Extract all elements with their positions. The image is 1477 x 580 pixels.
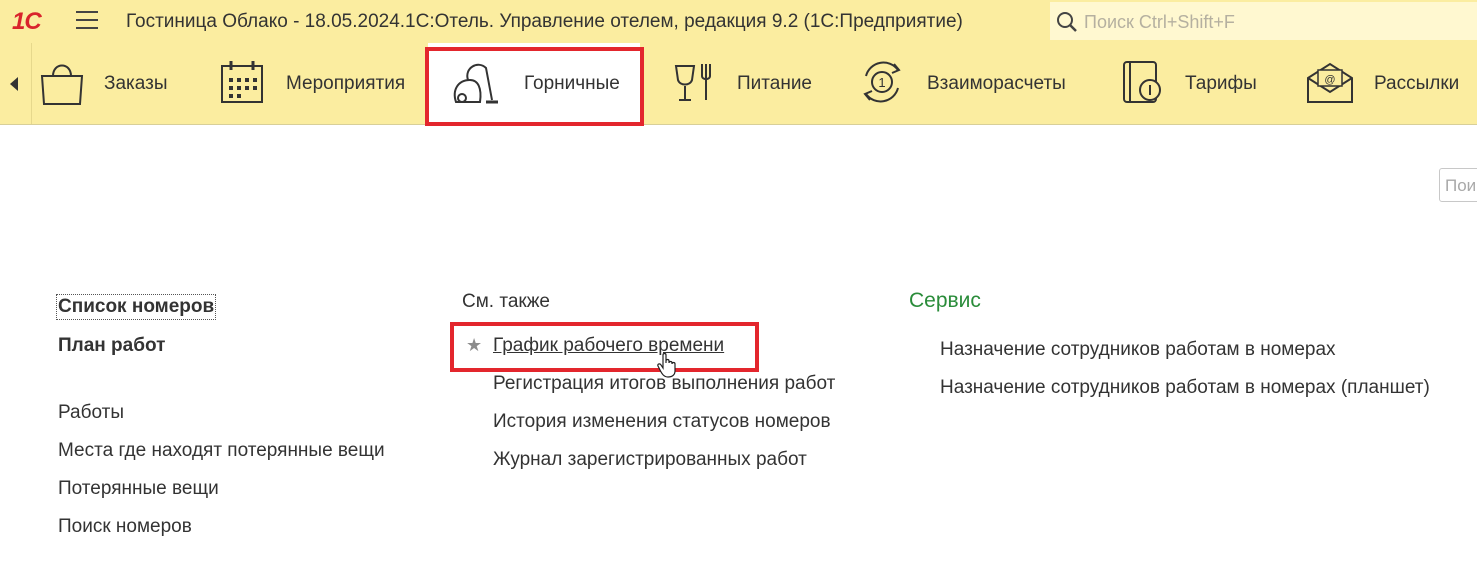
link-registered-works-journal[interactable]: Журнал зарегистрированных работ: [493, 449, 807, 471]
app-logo: 1С: [12, 8, 42, 35]
highlight-frame: [450, 322, 759, 372]
section-label: Заказы: [104, 73, 168, 94]
link-assign-staff-tablet[interactable]: Назначение сотрудников работам в номерах…: [940, 377, 1430, 399]
svg-text:1: 1: [878, 75, 885, 90]
section-food[interactable]: Питание: [660, 43, 840, 124]
section-label: Мероприятия: [286, 73, 406, 94]
section-label: Тарифы: [1185, 73, 1257, 94]
search-input[interactable]: [1082, 8, 1466, 36]
panel-search-field[interactable]: [1439, 168, 1477, 202]
highlight-frame: [425, 47, 644, 126]
window-title: Гостиница Облако - 18.05.2024.1С:Отель. …: [126, 11, 963, 32]
main-menu-icon[interactable]: [76, 11, 100, 31]
search-icon: [1057, 12, 1077, 32]
hand-pointer-icon: [657, 352, 676, 378]
link-room-status-history[interactable]: История изменения статусов номеров: [493, 411, 831, 433]
link-lost-items[interactable]: Потерянные вещи: [58, 478, 219, 500]
email-envelope-icon: @: [1307, 62, 1353, 103]
glass-fork-icon: [674, 64, 711, 101]
title-bar: 1С Гостиница Облако - 18.05.2024.1С:Отел…: [0, 0, 1477, 43]
section-orders[interactable]: Заказы: [32, 43, 214, 124]
section-events[interactable]: Мероприятия: [214, 43, 424, 124]
service-heading: Сервис: [909, 289, 981, 312]
see-also-heading: См. также: [462, 291, 550, 312]
link-works[interactable]: Работы: [58, 402, 124, 424]
section-label: Рассылки: [1374, 73, 1460, 94]
coin-cycle-icon: 1: [863, 61, 901, 103]
calendar-icon: [221, 61, 263, 103]
link-room-search[interactable]: Поиск номеров: [58, 516, 192, 538]
scroll-left-arrow-icon[interactable]: [0, 43, 30, 124]
link-rooms-list[interactable]: Список номеров: [55, 294, 217, 320]
section-mailings[interactable]: @ Рассылки: [1300, 43, 1477, 124]
link-lost-items-places[interactable]: Места где находят потерянные вещи: [58, 440, 385, 462]
shopping-bag-icon: [40, 64, 84, 105]
svg-text:@: @: [1324, 74, 1335, 86]
section-label: Питание: [737, 73, 812, 94]
price-book-icon: [1123, 61, 1161, 103]
section-tariffs[interactable]: Тарифы: [1112, 43, 1292, 124]
section-label: Взаиморасчеты: [927, 73, 1066, 94]
panel-search-input[interactable]: [1443, 175, 1477, 197]
global-search[interactable]: [1050, 2, 1477, 40]
section-settlements[interactable]: 1 Взаиморасчеты: [852, 43, 1092, 124]
link-work-plan[interactable]: План работ: [58, 335, 165, 357]
sections-panel: Заказы Мероприятия Горничные Питание 1 В…: [0, 43, 1477, 126]
link-assign-staff[interactable]: Назначение сотрудников работам в номерах: [940, 339, 1336, 361]
